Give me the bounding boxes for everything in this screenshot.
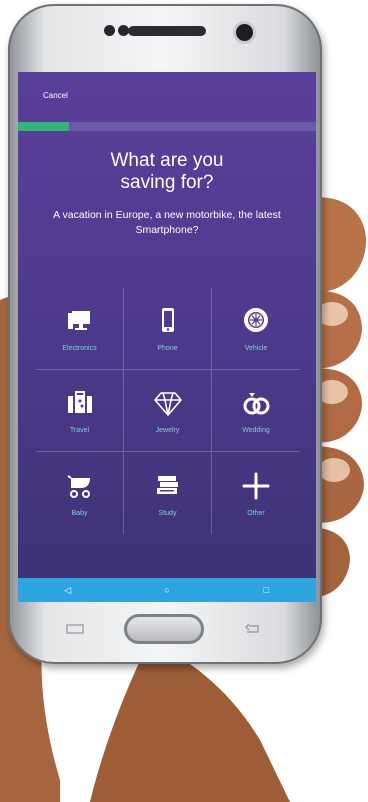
back-icon[interactable]: ◁ — [61, 583, 75, 597]
progress-fill — [18, 122, 69, 131]
physical-home-button[interactable] — [124, 614, 204, 644]
speaker-grille — [128, 26, 206, 36]
page-subtitle: A vacation in Europe, a new motorbike, t… — [53, 209, 281, 236]
back-key-icon — [244, 624, 259, 633]
home-icon[interactable]: ○ — [160, 583, 174, 597]
category-wedding[interactable]: Wedding — [212, 370, 300, 452]
category-study[interactable]: Study — [124, 452, 212, 534]
category-label: Jewelry — [155, 427, 180, 434]
category-electronics[interactable]: Electronics — [36, 288, 124, 370]
category-label: Travel — [69, 427, 90, 434]
category-baby[interactable]: Baby — [36, 452, 124, 534]
category-other[interactable]: Other — [212, 452, 300, 534]
category-grid: Electronics Phone Vehicle Travel Jewelry… — [36, 288, 300, 534]
app-screen: Cancel What are you saving for? A vacati… — [18, 72, 316, 602]
sensor-dot-icon — [104, 25, 115, 36]
category-phone[interactable]: Phone — [124, 288, 212, 370]
phone-device: Cancel What are you saving for? A vacati… — [8, 4, 322, 664]
front-camera-icon — [236, 24, 253, 41]
category-label: Study — [158, 509, 177, 517]
category-travel[interactable]: Travel — [36, 370, 124, 452]
category-label: Baby — [71, 509, 88, 517]
stroller-icon — [66, 474, 90, 498]
category-label: Vehicle — [244, 345, 268, 352]
phone-top-bezel — [8, 4, 322, 68]
category-label: Other — [247, 509, 265, 517]
category-label: Electronics — [62, 345, 97, 352]
phone-icon — [161, 308, 174, 332]
category-jewelry[interactable]: Jewelry — [124, 370, 212, 452]
phone-bottom-bezel — [8, 602, 322, 664]
wheel-icon — [244, 308, 268, 332]
books-icon — [156, 475, 178, 494]
category-label: Phone — [157, 345, 178, 352]
recent-apps-key-icon — [66, 624, 84, 634]
cancel-button[interactable]: Cancel — [43, 91, 68, 100]
progress-bar — [18, 122, 316, 131]
plus-icon — [242, 472, 270, 499]
recents-icon[interactable]: □ — [259, 583, 273, 597]
diamond-icon — [153, 392, 182, 416]
category-label: Wedding — [242, 427, 270, 434]
page-title: What are you saving for? — [110, 150, 224, 193]
suitcase-icon — [67, 391, 92, 413]
monitor-icon — [67, 311, 90, 330]
android-navbar: ◁ ○ □ — [18, 578, 316, 602]
category-vehicle[interactable]: Vehicle — [212, 288, 300, 370]
rings-icon — [243, 393, 270, 415]
